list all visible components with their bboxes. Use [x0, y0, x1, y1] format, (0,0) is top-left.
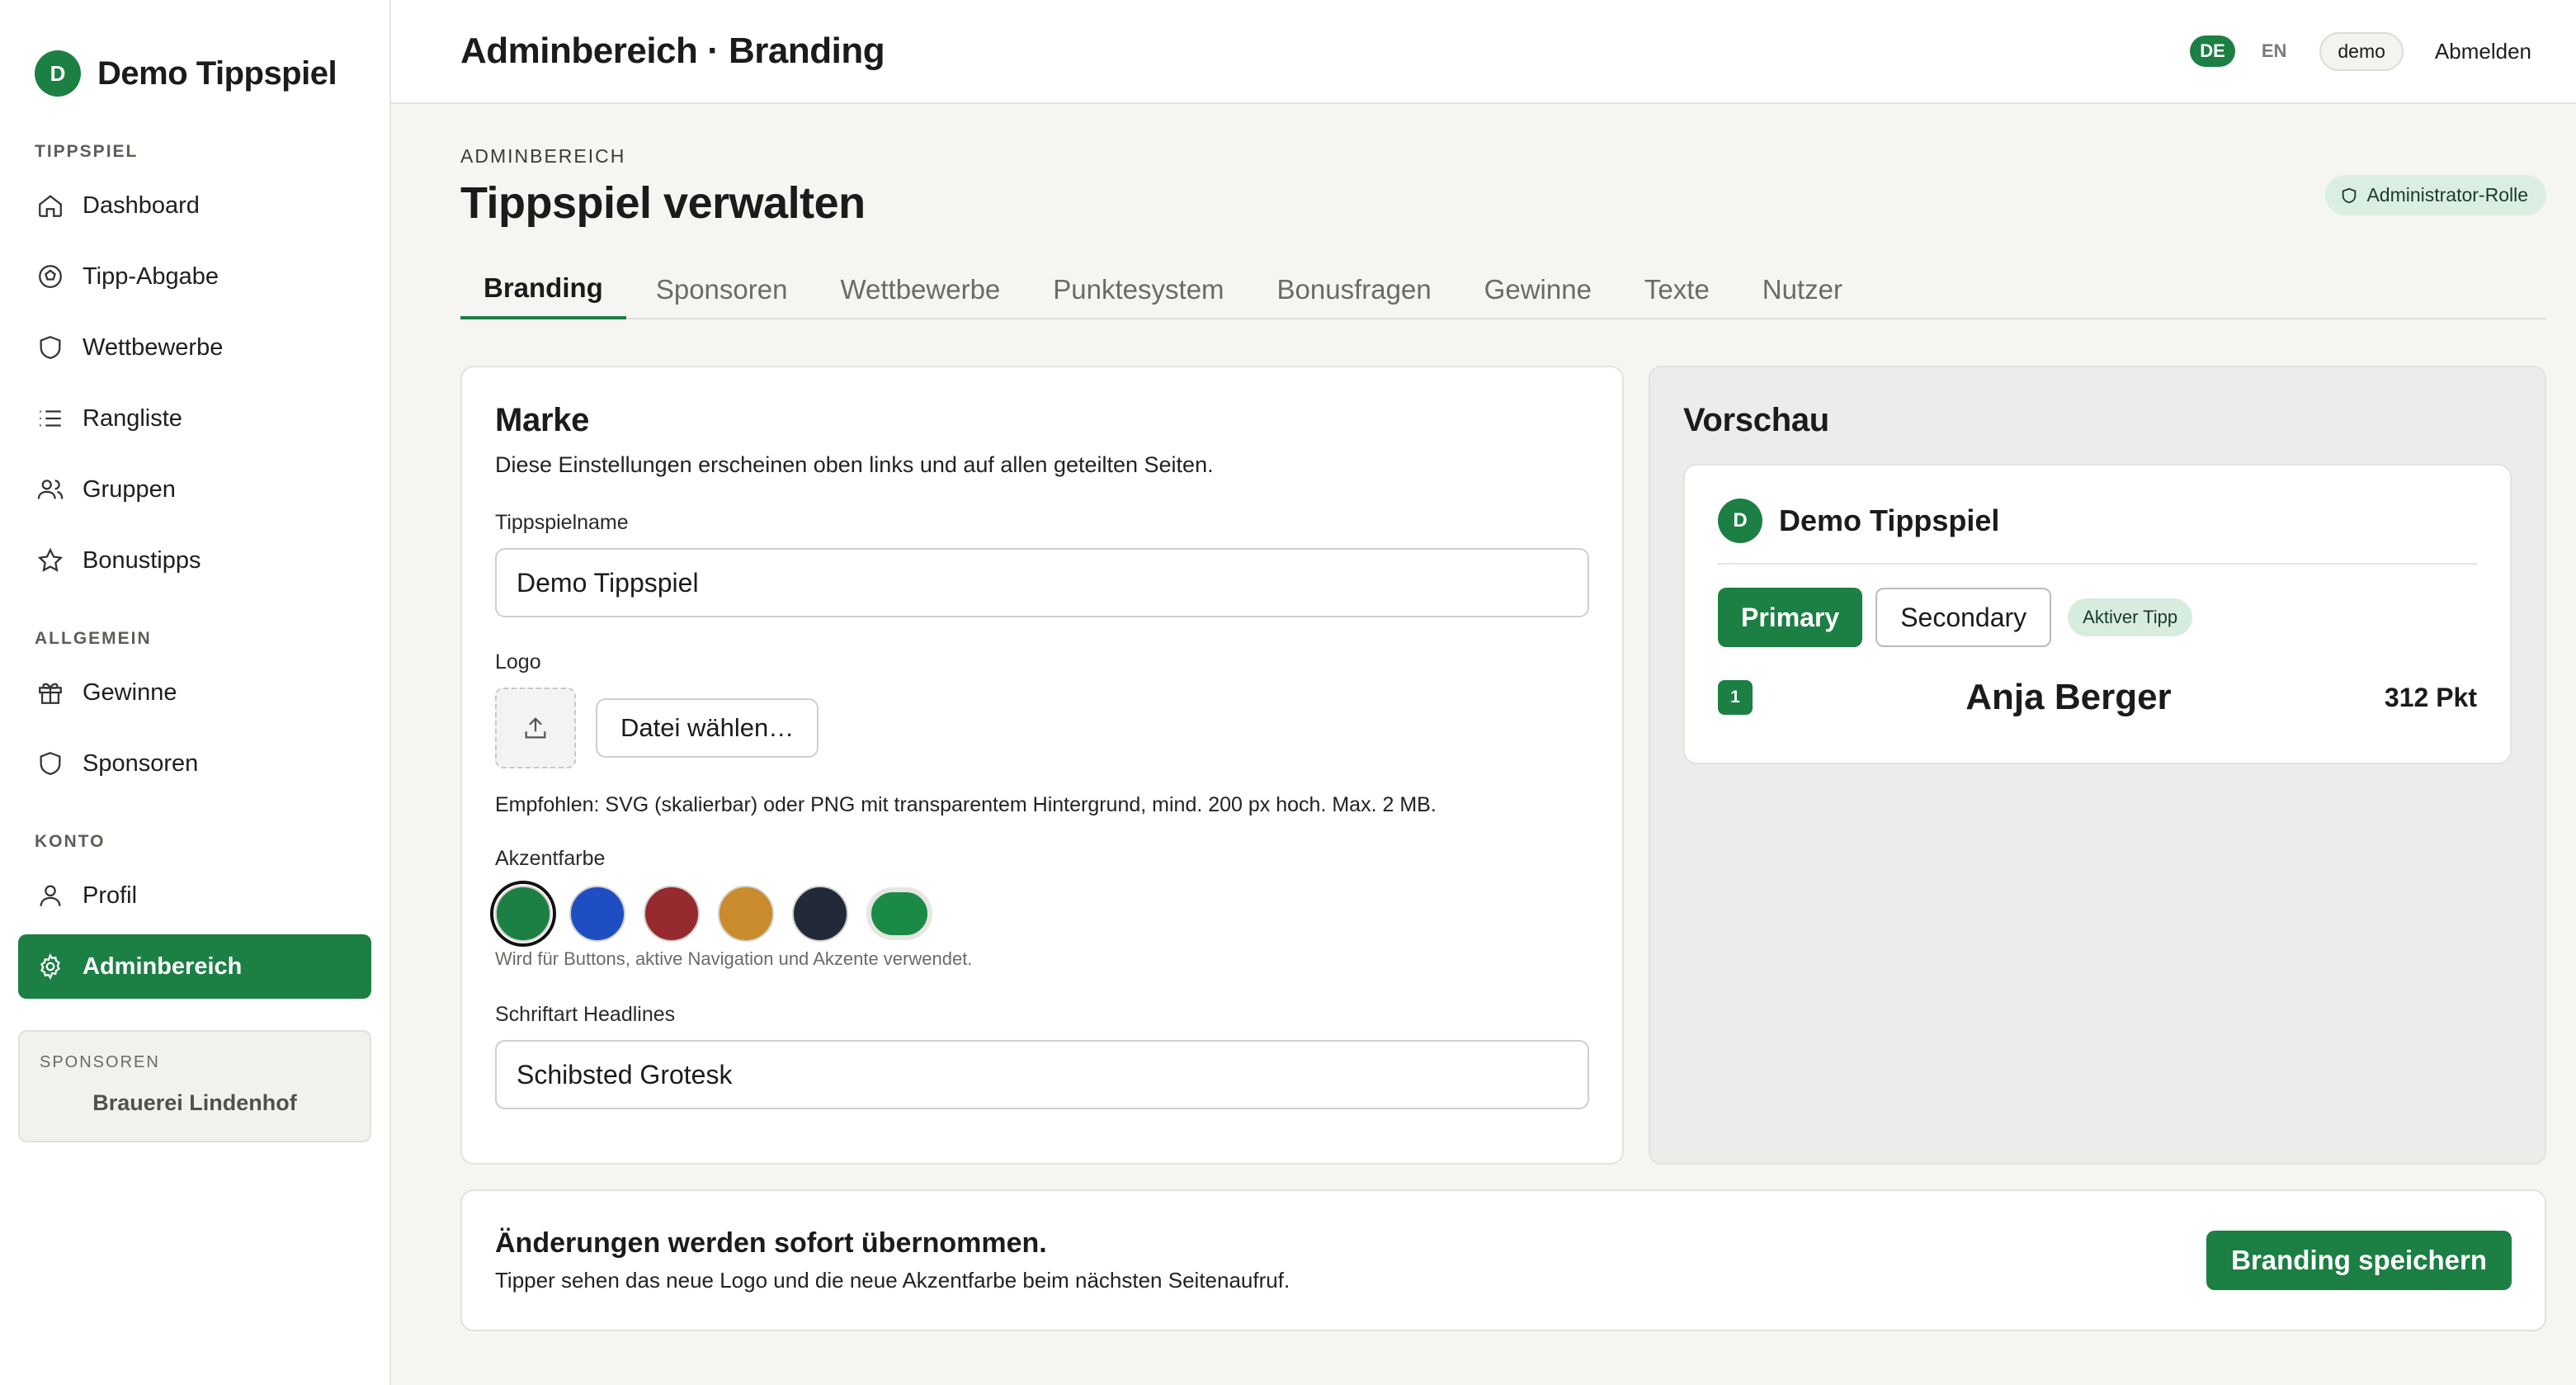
preview-title: Vorschau — [1683, 402, 1829, 438]
sidebar-item-label: Bonustipps — [83, 546, 201, 574]
custom-color-picker[interactable] — [866, 887, 932, 940]
font-input[interactable]: Schibsted Grotesk — [495, 1040, 1589, 1109]
save-footer: Änderungen werden sofort übernommen. Tip… — [460, 1189, 2546, 1331]
shield-icon — [2342, 187, 2357, 203]
accent-hint: Wird für Buttons, aktive Navigation und … — [495, 948, 973, 969]
sidebar-item-rangliste[interactable]: Rangliste — [18, 386, 371, 451]
font-label: Schriftart Headlines — [495, 1003, 676, 1026]
lang-de-button[interactable]: DE — [2190, 35, 2235, 67]
brand-name: Demo Tippspiel — [97, 54, 337, 92]
name-input[interactable]: Demo Tippspiel — [495, 548, 1589, 617]
swatch-gold[interactable] — [718, 886, 774, 942]
sidebar-item-profil[interactable]: Profil — [18, 863, 371, 928]
lang-en-button[interactable]: EN — [2252, 35, 2297, 67]
sponsor-name[interactable]: Brauerei Lindenhof — [40, 1090, 350, 1116]
preview-panel: D Demo Tippspiel Primary Secondary Aktiv… — [1683, 464, 2512, 764]
sidebar-item-bonustipps[interactable]: Bonustipps — [18, 528, 371, 593]
logo-hint: Empfohlen: SVG (skalierbar) oder PNG mit… — [495, 793, 1437, 816]
role-label: Administrator-Rolle — [2366, 184, 2528, 206]
swatch-navy[interactable] — [792, 886, 848, 942]
user-badge[interactable]: demo — [2319, 31, 2404, 71]
preview-secondary-button: Secondary — [1875, 588, 2052, 647]
shield-icon — [40, 336, 61, 359]
home-icon — [39, 195, 62, 217]
save-branding-button[interactable]: Branding speichern — [2206, 1231, 2512, 1290]
logout-button[interactable]: Abmelden — [2435, 39, 2531, 64]
tab-punktesystem[interactable]: Punktesystem — [1030, 260, 1247, 319]
user-icon — [40, 885, 61, 906]
shield-icon — [40, 752, 61, 775]
logo-dropzone[interactable] — [495, 688, 576, 768]
main: Adminbereich · Branding DE EN demo Abmel… — [391, 0, 2576, 1385]
preview-points: 312 Pkt — [2384, 682, 2477, 712]
page-title: Tippspiel verwalten — [460, 178, 866, 228]
tabs: Branding Sponsoren Wettbewerbe Punktesys… — [460, 260, 2546, 319]
rank-badge: 1 — [1718, 680, 1753, 715]
brand-badge: D — [35, 50, 81, 97]
sidebar-item-gewinne[interactable]: Gewinne — [18, 660, 371, 725]
tab-sponsoren[interactable]: Sponsoren — [633, 260, 811, 319]
sidebar-item-tipp-abgabe[interactable]: Tipp-Abgabe — [18, 244, 371, 309]
brand[interactable]: D Demo Tippspiel — [18, 48, 371, 99]
tab-wettbewerbe[interactable]: Wettbewerbe — [817, 260, 1023, 319]
sidebar-item-adminbereich[interactable]: Adminbereich — [18, 934, 371, 999]
swatch-blue[interactable] — [569, 886, 625, 942]
preview-player-name: Anja Berger — [1965, 677, 2172, 717]
swatch-red[interactable] — [644, 886, 700, 942]
sidebar-item-label: Gewinne — [83, 678, 177, 706]
tab-bonusfragen[interactable]: Bonusfragen — [1254, 260, 1455, 319]
sidebar-item-wettbewerbe[interactable]: Wettbewerbe — [18, 315, 371, 380]
preview-card: Vorschau D Demo Tippspiel Primary Second… — [1649, 366, 2546, 1165]
name-label: Tippspielname — [495, 511, 629, 534]
accent-swatches — [490, 881, 1589, 947]
preview-ranking-row: 1 Anja Berger 312 Pkt — [1718, 677, 2477, 718]
accent-label: Akzentfarbe — [495, 847, 606, 870]
role-badge: Administrator-Rolle — [2325, 175, 2546, 215]
tab-gewinne[interactable]: Gewinne — [1461, 260, 1615, 319]
logo-label: Logo — [495, 650, 541, 674]
star-icon — [37, 547, 64, 572]
ball-icon — [39, 265, 62, 288]
users-icon — [37, 480, 64, 499]
sidebar-item-label: Rangliste — [83, 404, 182, 432]
gear-icon — [40, 953, 60, 980]
marke-title: Marke — [495, 402, 590, 438]
sidebar-item-label: Adminbereich — [83, 952, 243, 980]
marke-description: Diese Einstellungen erscheinen oben link… — [495, 452, 1214, 477]
tab-nutzer[interactable]: Nutzer — [1739, 260, 1866, 319]
sponsor-box-label: SPONSOREN — [40, 1053, 160, 1071]
preview-brand-badge: D — [1718, 499, 1762, 543]
sidebar-item-label: Profil — [83, 882, 138, 909]
eyebrow: ADMINBEREICH — [460, 145, 626, 167]
sidebar-item-dashboard[interactable]: Dashboard — [18, 173, 371, 238]
sidebar-item-sponsoren[interactable]: Sponsoren — [18, 731, 371, 796]
choose-file-button[interactable]: Datei wählen… — [596, 698, 819, 758]
sidebar: D Demo Tippspiel TIPPSPIEL Dashboard Tip… — [0, 0, 391, 1385]
sidebar-item-label: Wettbewerbe — [83, 333, 224, 361]
nav-section-konto: KONTO — [35, 832, 106, 851]
preview-primary-button: Primary — [1718, 588, 1863, 647]
sidebar-item-label: Dashboard — [83, 191, 200, 219]
swatch-green[interactable] — [490, 881, 556, 947]
sponsor-box: SPONSOREN Brauerei Lindenhof — [18, 1030, 371, 1142]
nav-section-tippspiel: TIPPSPIEL — [35, 142, 139, 161]
sidebar-item-label: Sponsoren — [83, 749, 199, 777]
sidebar-item-gruppen[interactable]: Gruppen — [18, 457, 371, 522]
preview-brand-name: Demo Tippspiel — [1779, 503, 2000, 537]
upload-icon — [525, 717, 546, 739]
gift-icon — [39, 683, 62, 704]
tab-texte[interactable]: Texte — [1621, 260, 1733, 319]
nav-section-allgemein: ALLGEMEIN — [35, 629, 152, 648]
preview-tip-badge: Aktiver Tipp — [2068, 598, 2193, 636]
page-header-title: Adminbereich · Branding — [460, 31, 885, 71]
sidebar-item-label: Tipp-Abgabe — [83, 262, 219, 290]
marke-card: Marke Diese Einstellungen erscheinen obe… — [460, 366, 1624, 1165]
footer-subtitle: Tipper sehen das neue Logo und die neue … — [495, 1268, 1290, 1293]
list-icon — [40, 410, 61, 427]
sidebar-item-label: Gruppen — [83, 475, 176, 503]
footer-title: Änderungen werden sofort übernommen. — [495, 1227, 1047, 1259]
topbar: Adminbereich · Branding DE EN demo Abmel… — [391, 0, 2576, 104]
tab-branding[interactable]: Branding — [460, 260, 626, 319]
